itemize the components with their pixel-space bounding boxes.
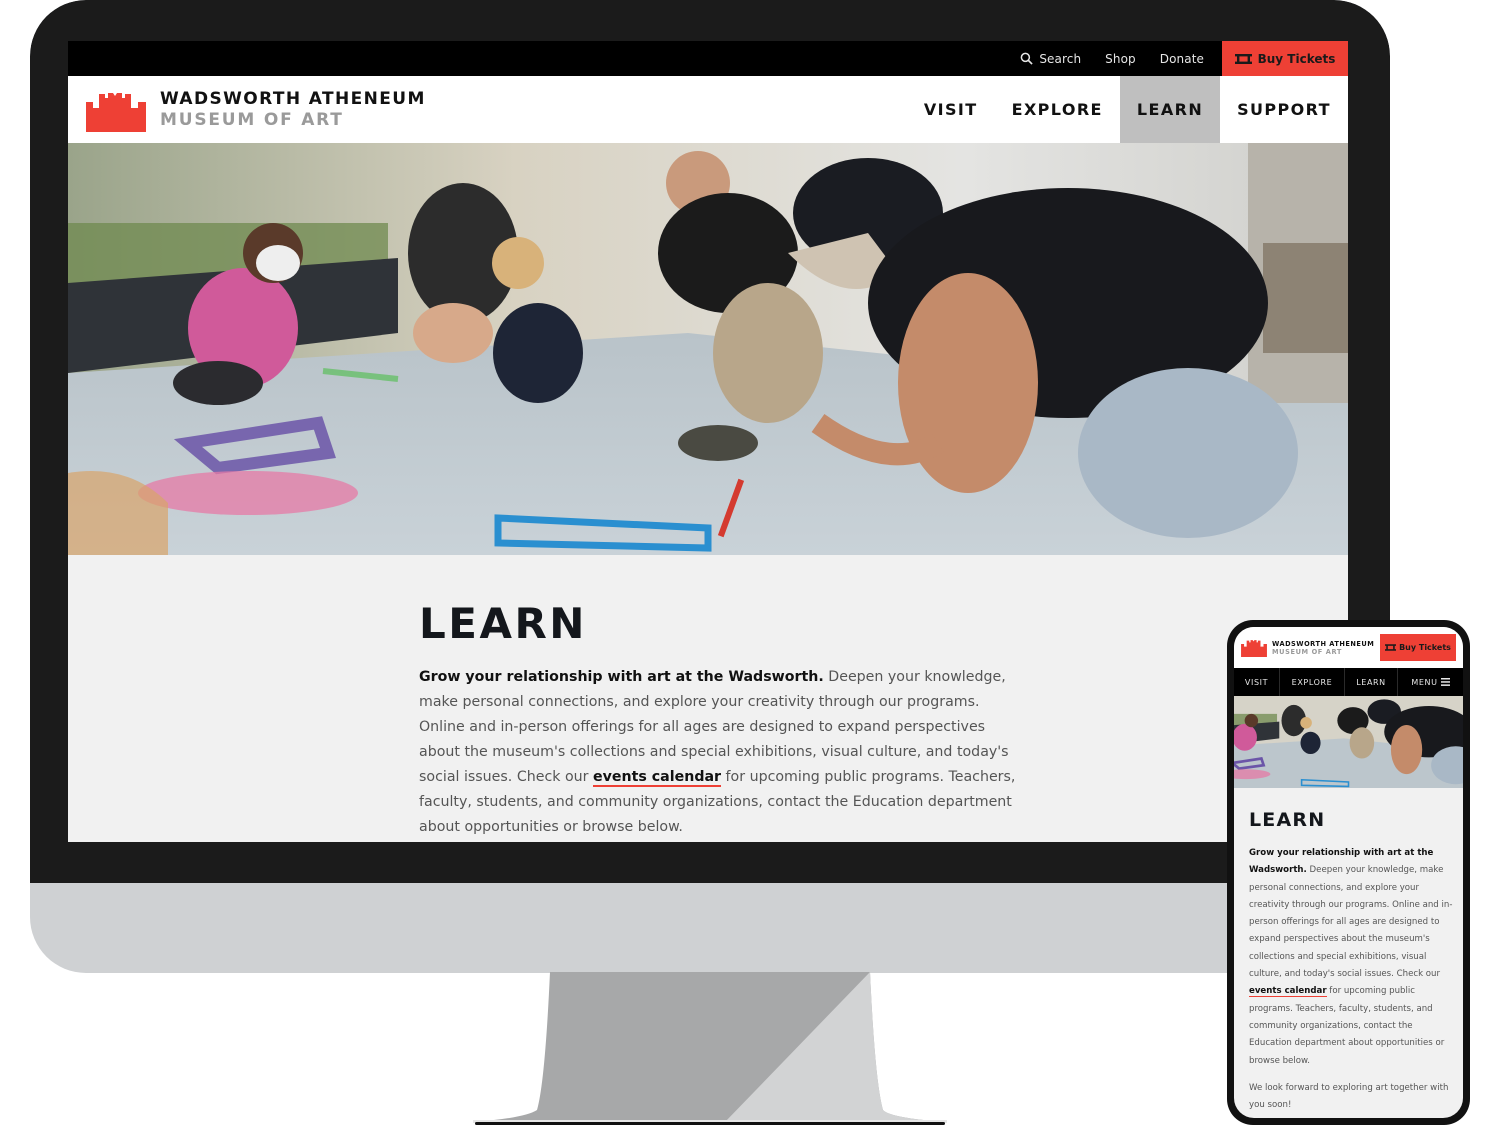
hamburger-icon — [1440, 678, 1450, 686]
castle-icon — [1241, 640, 1267, 657]
mobile-brand-name: WADSWORTH ATHENEUM — [1272, 639, 1375, 648]
nav-explore[interactable]: EXPLORE — [995, 76, 1120, 143]
mobile-screen: WADSWORTH ATHENEUM MUSEUM OF ART Buy Tic… — [1234, 627, 1463, 1118]
main-content: LEARN Grow your relationship with art at… — [419, 555, 1019, 840]
nav-learn[interactable]: LEARN — [1119, 76, 1221, 143]
mobile-closing-paragraph: We look forward to exploring art togethe… — [1249, 1082, 1449, 1111]
brand-name: WADSWORTH ATHENEUM — [160, 88, 426, 109]
events-calendar-link[interactable]: events calendar — [592, 769, 722, 787]
intro-lead: Grow your relationship with art at the W… — [419, 669, 824, 685]
main-nav: VISIT EXPLORE LEARN SUPPORT — [907, 76, 1348, 143]
intro-text-1: Deepen your knowledge, make personal con… — [419, 669, 1009, 785]
search-link[interactable]: Search — [1008, 41, 1093, 76]
mobile-nav-explore[interactable]: EXPLORE — [1280, 668, 1345, 696]
buy-tickets-label: Buy Tickets — [1257, 51, 1336, 66]
mobile-events-calendar-link[interactable]: events calendar — [1249, 986, 1327, 998]
utility-bar: Search Shop Donate Buy Tickets — [68, 41, 1348, 76]
site-logo[interactable]: WADSWORTH ATHENEUM MUSEUM OF ART — [68, 76, 426, 143]
mobile-intro-paragraph: Grow your relationship with art at the W… — [1249, 845, 1454, 1070]
search-label: Search — [1039, 51, 1082, 66]
mobile-hero-image — [1234, 696, 1463, 788]
mobile-nav-learn[interactable]: LEARN — [1345, 668, 1398, 696]
mobile-intro-text-1: Deepen your knowledge, make personal con… — [1249, 865, 1453, 980]
desktop-screen: Search Shop Donate Buy Tickets WADSWORTH… — [68, 41, 1348, 842]
mobile-menu-label: MENU — [1411, 677, 1438, 687]
brand-subtitle: MUSEUM OF ART — [160, 109, 344, 130]
nav-visit[interactable]: VISIT — [907, 76, 995, 143]
page-title: LEARN — [419, 599, 587, 648]
buy-tickets-button[interactable]: Buy Tickets — [1222, 41, 1348, 76]
mobile-nav-visit[interactable]: VISIT — [1234, 668, 1280, 696]
monitor-stand — [473, 972, 947, 1125]
mobile-nav: VISIT EXPLORE LEARN MENU — [1234, 668, 1463, 696]
ticket-icon — [1234, 53, 1252, 64]
mobile-page-title: LEARN — [1249, 809, 1326, 831]
ticket-icon — [1385, 644, 1397, 651]
search-icon — [1020, 52, 1034, 65]
mobile-intro-text-2: for upcoming public programs. Teachers, … — [1249, 986, 1445, 1066]
mobile-buy-tickets-button[interactable]: Buy Tickets — [1380, 634, 1456, 661]
intro-paragraph: Grow your relationship with art at the W… — [419, 665, 1019, 840]
shop-link[interactable]: Shop — [1093, 41, 1148, 76]
castle-icon — [86, 92, 146, 132]
site-header: WADSWORTH ATHENEUM MUSEUM OF ART VISIT E… — [68, 76, 1348, 143]
mobile-logo[interactable]: WADSWORTH ATHENEUM MUSEUM OF ART — [1272, 640, 1374, 656]
mobile-nav-menu[interactable]: MENU — [1398, 668, 1463, 696]
hero-image — [68, 143, 1348, 555]
donate-link[interactable]: Donate — [1148, 41, 1216, 76]
mobile-brand-subtitle: MUSEUM OF ART — [1272, 647, 1342, 656]
mobile-phone-mockup: WADSWORTH ATHENEUM MUSEUM OF ART Buy Tic… — [1227, 620, 1470, 1125]
desktop-monitor-mockup: Search Shop Donate Buy Tickets WADSWORTH… — [30, 0, 1390, 973]
mobile-header: WADSWORTH ATHENEUM MUSEUM OF ART Buy Tic… — [1234, 627, 1463, 668]
mobile-content: LEARN Grow your relationship with art at… — [1249, 807, 1454, 1114]
mobile-buy-tickets-label: Buy Tickets — [1399, 643, 1451, 652]
nav-support[interactable]: SUPPORT — [1220, 76, 1348, 143]
